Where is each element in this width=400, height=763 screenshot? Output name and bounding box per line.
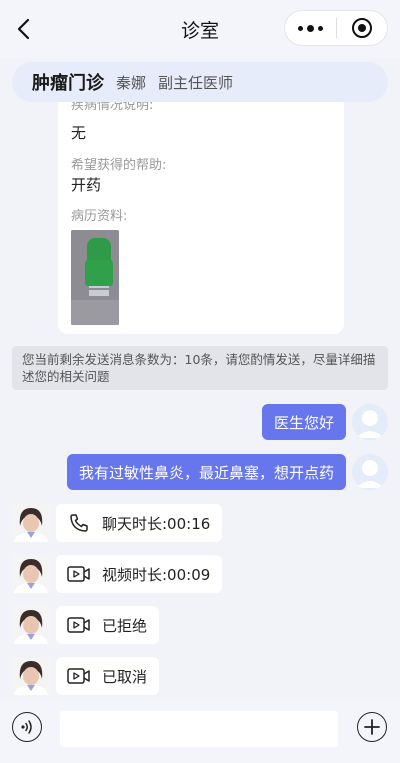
doctor-photo xyxy=(12,555,50,593)
user-message-bubble[interactable]: 我有过敏性鼻炎，最近鼻塞，想开点药 xyxy=(66,454,346,490)
call-record-text: 已拒绝 xyxy=(102,616,148,635)
call-record-text: 已取消 xyxy=(102,667,148,686)
help-value: 开药 xyxy=(71,176,102,194)
add-attachment-button[interactable] xyxy=(357,712,387,742)
doctor-photo xyxy=(12,504,50,542)
records-label: 病历资料: xyxy=(71,209,128,224)
message-input[interactable] xyxy=(60,711,338,747)
video-icon xyxy=(66,666,92,686)
voice-icon xyxy=(21,720,32,734)
user-avatar[interactable] xyxy=(352,454,388,490)
plus-icon xyxy=(364,719,380,735)
green-bottle-photo xyxy=(71,230,119,325)
user-message-bubble[interactable]: 医生您好 xyxy=(261,404,346,440)
phone-icon xyxy=(66,513,92,533)
user-avatar[interactable] xyxy=(352,404,388,440)
input-bar xyxy=(0,700,400,763)
call-record-bubble[interactable]: 已取消 xyxy=(56,657,160,695)
user-avatar-icon xyxy=(352,404,388,440)
doctor-avatar[interactable] xyxy=(12,555,50,593)
consultation-card: 疾病情况说明: 无 希望获得的帮助: 开药 病历资料: xyxy=(58,102,344,334)
help-label: 希望获得的帮助: xyxy=(71,158,167,173)
clipped-label-wrapper: 疾病情况说明: xyxy=(71,102,191,114)
doctor-info-bar[interactable]: 肿瘤门诊 秦娜 副主任医师 xyxy=(12,62,388,102)
mini-program-capsule xyxy=(284,10,388,46)
video-icon xyxy=(66,615,92,635)
call-record-text: 聊天时长:00:16 xyxy=(102,514,211,533)
call-record-bubble[interactable]: 视频时长:00:09 xyxy=(56,555,223,593)
close-mini-program-button[interactable] xyxy=(337,11,388,45)
condition-label: 疾病情况说明: xyxy=(71,102,154,113)
video-icon xyxy=(66,564,92,584)
doctor-photo xyxy=(12,657,50,695)
doctor-name: 秦娜 xyxy=(116,73,147,92)
doctor-title: 副主任医师 xyxy=(158,73,234,92)
department-name: 肿瘤门诊 xyxy=(32,73,104,94)
doctor-photo xyxy=(12,606,50,644)
navigation-bar: 诊室 xyxy=(0,0,400,58)
remaining-messages-notice: 您当前剩余发送消息条数为：10条，请您酌情发送，尽量详细描述您的相关问题 xyxy=(12,346,388,390)
condition-value: 无 xyxy=(71,124,87,142)
medical-record-thumbnail[interactable] xyxy=(71,230,119,325)
more-button[interactable] xyxy=(285,11,336,45)
doctor-avatar[interactable] xyxy=(12,657,50,695)
doctor-avatar[interactable] xyxy=(12,504,50,542)
voice-button[interactable] xyxy=(12,712,42,742)
call-record-bubble[interactable]: 聊天时长:00:16 xyxy=(56,504,223,542)
call-record-bubble[interactable]: 已拒绝 xyxy=(56,606,160,644)
user-avatar-icon xyxy=(352,454,388,490)
call-record-text: 视频时长:00:09 xyxy=(102,565,211,584)
target-circle-icon xyxy=(351,18,372,38)
doctor-avatar[interactable] xyxy=(12,606,50,644)
more-dots-icon xyxy=(297,24,323,32)
